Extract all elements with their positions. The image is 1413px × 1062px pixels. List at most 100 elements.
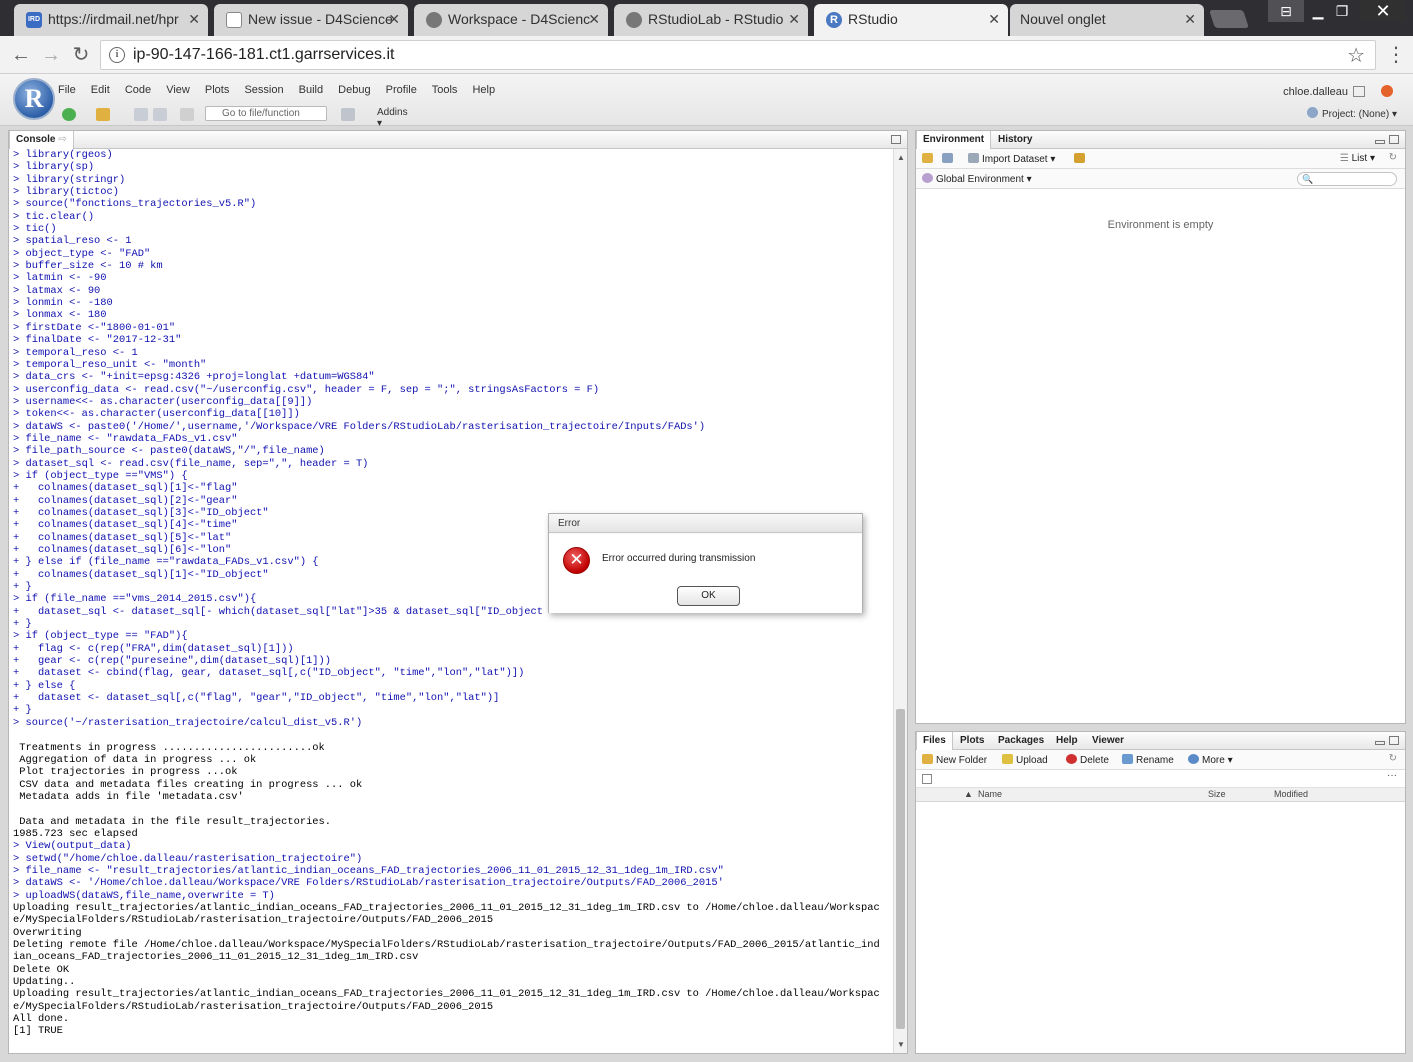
browser-tab-new-tab[interactable]: Nouvel onglet ✕: [1010, 4, 1204, 36]
menu-code[interactable]: Code: [125, 84, 151, 96]
menu-tools[interactable]: Tools: [432, 84, 458, 96]
dialog-title: Error: [549, 514, 862, 533]
tab-close-icon[interactable]: ✕: [188, 4, 200, 34]
tab-viewer[interactable]: Viewer: [1086, 732, 1130, 750]
refresh-icon[interactable]: ↻: [1389, 753, 1397, 764]
global-environment-select[interactable]: Global Environment ▾: [922, 173, 1032, 185]
tab-title: Workspace - D4Scienc: [448, 11, 591, 27]
tab-packages[interactable]: Packages: [992, 732, 1050, 750]
menu-help[interactable]: Help: [472, 84, 495, 96]
scroll-up-icon[interactable]: ▲: [897, 153, 905, 162]
scroll-thumb[interactable]: [896, 709, 905, 1029]
broom-icon[interactable]: [1074, 153, 1088, 165]
bookmark-star-icon[interactable]: ☆: [1347, 43, 1365, 68]
console-line: > username<<- as.character(userconfig_da…: [13, 395, 313, 408]
console-line: + }: [13, 704, 32, 717]
delete-button[interactable]: Delete: [1066, 754, 1109, 766]
more-path-icon[interactable]: ···: [1387, 770, 1397, 781]
upload-button[interactable]: Upload: [1002, 754, 1048, 766]
ok-button[interactable]: OK: [677, 586, 740, 606]
tab-console[interactable]: Console ⇨: [9, 131, 74, 149]
import-dataset-button[interactable]: Import Dataset ▾: [968, 153, 1055, 165]
more-label: More: [1202, 755, 1225, 766]
menu-view[interactable]: View: [166, 84, 190, 96]
console-line: 1985.723 sec elapsed: [13, 827, 138, 840]
tab-close-icon[interactable]: ✕: [1184, 4, 1196, 34]
maximize-pane-icon[interactable]: [891, 135, 901, 144]
tab-files[interactable]: Files: [916, 732, 953, 750]
tab-history[interactable]: History: [992, 131, 1038, 149]
console-line: + dataset <- dataset_sql[,c("flag", "gea…: [13, 692, 500, 705]
tab-close-icon[interactable]: ✕: [588, 4, 600, 34]
console-line: e/MySpecialFolders/RStudioLab/rasterisat…: [13, 1000, 494, 1013]
window-close-icon[interactable]: ✕: [1360, 0, 1406, 22]
list-view-button[interactable]: ☰ List ▾: [1340, 153, 1375, 164]
console-line: > lonmax <- 180: [13, 309, 107, 322]
menu-file[interactable]: File: [58, 84, 76, 96]
save-all-icon[interactable]: [153, 108, 167, 121]
menu-session[interactable]: Session: [244, 84, 283, 96]
reload-icon[interactable]: ↻: [68, 42, 94, 68]
forward-arrow-icon[interactable]: →: [38, 42, 64, 68]
print-icon[interactable]: [180, 108, 194, 121]
column-modified[interactable]: Modified: [1274, 789, 1308, 799]
browser-tab-rstudio[interactable]: R RStudio ✕: [814, 4, 1008, 36]
console-line: Metadata adds in file 'metadata.csv': [13, 790, 244, 803]
maximize-pane-icon[interactable]: [1389, 736, 1399, 745]
tab-close-icon[interactable]: ✕: [988, 4, 1000, 34]
environment-search-input[interactable]: 🔍: [1297, 172, 1397, 186]
select-all-checkbox[interactable]: [922, 774, 932, 784]
quit-session-icon[interactable]: [1381, 85, 1393, 97]
browser-tab-rstudiolab[interactable]: RStudioLab - RStudio ✕: [614, 4, 808, 36]
go-to-file-input[interactable]: Go to file/function: [205, 106, 327, 121]
list-icon: ☰: [1339, 153, 1349, 164]
tab-plots[interactable]: Plots: [954, 732, 990, 750]
tab-close-icon[interactable]: ✕: [388, 4, 400, 34]
files-path-bar: ···: [916, 770, 1405, 788]
more-button[interactable]: More ▾: [1188, 754, 1233, 766]
menu-plots[interactable]: Plots: [205, 84, 229, 96]
sign-out-icon[interactable]: [1353, 86, 1365, 97]
menu-debug[interactable]: Debug: [338, 84, 370, 96]
global-environment-label: Global Environment: [936, 174, 1024, 185]
menu-profile[interactable]: Profile: [386, 84, 417, 96]
maximize-icon[interactable]: ❐: [1324, 0, 1360, 22]
console-line: > setwd("/home/chloe.dalleau/rasterisati…: [13, 852, 363, 865]
site-info-icon[interactable]: i: [109, 47, 125, 63]
sort-ascending-icon[interactable]: ▲: [964, 789, 973, 799]
tab-close-icon[interactable]: ✕: [788, 4, 800, 34]
tab-environment[interactable]: Environment: [916, 131, 992, 149]
open-file-icon[interactable]: [96, 108, 110, 121]
profile-icon[interactable]: ⊟: [1268, 0, 1304, 22]
maximize-pane-icon[interactable]: [1389, 135, 1399, 144]
browser-menu-icon[interactable]: ⋮: [1386, 42, 1406, 67]
new-folder-button[interactable]: New Folder: [922, 754, 987, 766]
console-line: > lonmin <- -180: [13, 297, 113, 310]
rename-button[interactable]: Rename: [1122, 754, 1174, 766]
browser-tab-new-issue[interactable]: New issue - D4Science ✕: [214, 4, 408, 36]
column-name[interactable]: Name: [978, 789, 1002, 799]
minimize-pane-icon[interactable]: [1375, 140, 1385, 144]
tab-help[interactable]: Help: [1050, 732, 1084, 750]
console-scrollbar[interactable]: ▲ ▼: [893, 149, 907, 1053]
refresh-icon[interactable]: ↻: [1389, 152, 1397, 163]
new-tab-button[interactable]: [1209, 10, 1249, 28]
save-workspace-icon[interactable]: [942, 153, 956, 165]
back-arrow-icon[interactable]: ←: [8, 42, 34, 68]
new-file-icon[interactable]: [62, 108, 76, 121]
scroll-down-icon[interactable]: ▼: [897, 1040, 905, 1049]
console-line: + colnames(dataset_sql)[2]<-"gear": [13, 494, 238, 507]
project-menu[interactable]: Project: (None) ▾: [1306, 107, 1397, 120]
menu-edit[interactable]: Edit: [91, 84, 110, 96]
workspace-panes-icon[interactable]: [341, 108, 355, 121]
minimize-pane-icon[interactable]: [1375, 741, 1385, 745]
console-line: > data_crs <- "+init=epsg:4326 +proj=lon…: [13, 371, 375, 384]
address-bar[interactable]: i ip-90-147-166-181.ct1.garrservices.it …: [100, 40, 1376, 70]
load-workspace-icon[interactable]: [922, 153, 936, 165]
browser-tab-workspace[interactable]: Workspace - D4Scienc ✕: [414, 4, 608, 36]
column-size[interactable]: Size: [1208, 789, 1226, 799]
irdmail-favicon-icon: IRD: [26, 12, 42, 28]
menu-build[interactable]: Build: [299, 84, 323, 96]
save-icon[interactable]: [134, 108, 148, 121]
browser-tab-irdmail[interactable]: IRD https://irdmail.net/hpr ✕: [14, 4, 208, 36]
